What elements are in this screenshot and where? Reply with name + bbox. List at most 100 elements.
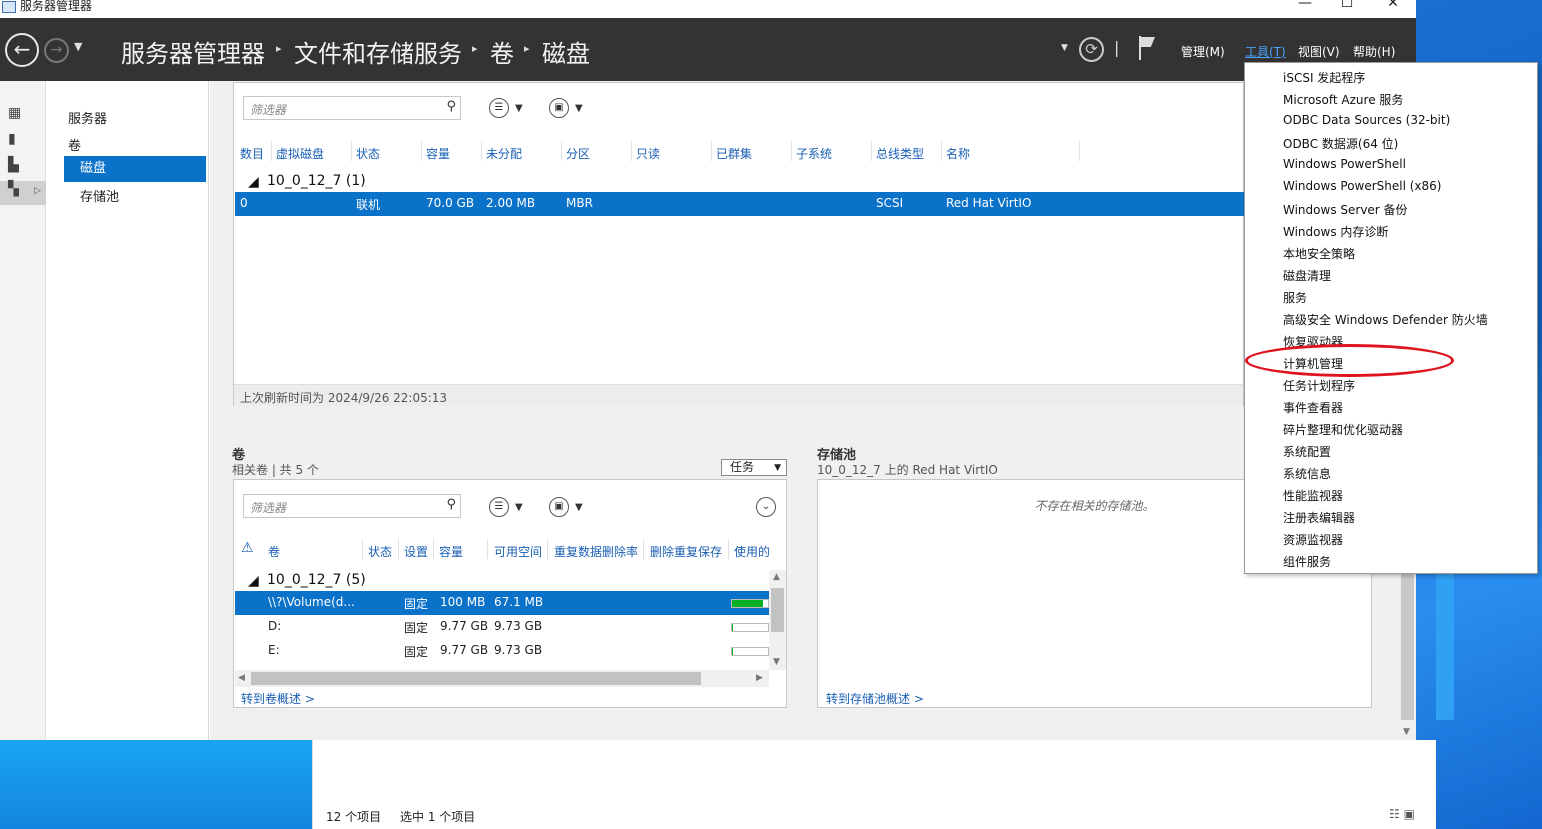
column-partition[interactable]: 分区 <box>566 145 590 162</box>
column-number[interactable]: 数目 <box>240 145 264 162</box>
group-expand-icon[interactable]: ◢ <box>248 573 259 589</box>
scroll-left-icon[interactable]: ◀ <box>238 673 245 683</box>
menu-item-local-security-policy[interactable]: 本地安全策略 <box>1283 245 1355 262</box>
menu-item-iscsi-initiator[interactable]: iSCSI 发起程序 <box>1283 69 1365 86</box>
menu-item-performance-monitor[interactable]: 性能监视器 <box>1283 487 1343 504</box>
menu-item-powershell-x86[interactable]: Windows PowerShell (x86) <box>1283 179 1441 193</box>
menu-manage[interactable]: 管理(M) <box>1181 43 1225 60</box>
menu-tools[interactable]: 工具(T) <box>1245 43 1286 60</box>
breadcrumb-server-manager[interactable]: 服务器管理器 <box>121 34 265 69</box>
menu-item-defender-firewall[interactable]: 高级安全 Windows Defender 防火墙 <box>1283 311 1488 328</box>
vcolumn-setting[interactable]: 设置 <box>404 543 428 560</box>
vcolumn-free-space[interactable]: 可用空间 <box>494 543 542 560</box>
nav-item-volumes[interactable]: 卷 <box>68 135 81 154</box>
menu-item-task-scheduler[interactable]: 任务计划程序 <box>1283 377 1355 394</box>
column-clustered[interactable]: 已群集 <box>716 145 752 162</box>
menu-item-services[interactable]: 服务 <box>1283 289 1307 306</box>
scroll-up-icon[interactable]: ▲ <box>773 572 780 582</box>
list-options-icon[interactable]: ☰ <box>489 98 509 118</box>
vcolumn-dedup-rate[interactable]: 重复数据删除率 <box>554 543 638 560</box>
scroll-down-icon[interactable]: ▼ <box>773 657 780 667</box>
dashboard-icon[interactable]: ▦ <box>0 105 46 129</box>
table-row[interactable]: E: 固定 9.77 GB 9.73 GB <box>235 639 769 663</box>
scroll-right-icon[interactable]: ▶ <box>756 673 763 683</box>
goto-volumes-overview-link[interactable]: 转到卷概述 > <box>241 690 315 707</box>
menu-item-resource-monitor[interactable]: 资源监视器 <box>1283 531 1343 548</box>
menu-help[interactable]: 帮助(H) <box>1353 43 1395 60</box>
notification-flag-icon[interactable] <box>1139 36 1157 60</box>
view-toggle-icon[interactable]: ☷ ▣ <box>1389 807 1415 821</box>
save-query-dropdown-icon[interactable]: ▼ <box>575 502 583 513</box>
history-dropdown-icon[interactable]: ▼ <box>74 40 82 53</box>
warning-sort-icon[interactable]: ⚠ <box>241 540 254 556</box>
table-row[interactable]: \\?\Volume(d... 固定 100 MB 67.1 MB <box>235 591 769 615</box>
menu-item-powershell[interactable]: Windows PowerShell <box>1283 157 1406 171</box>
menu-view[interactable]: 视图(V) <box>1298 43 1340 60</box>
scroll-thumb[interactable] <box>771 588 784 632</box>
breadcrumb-volumes[interactable]: 卷 <box>490 34 514 69</box>
table-row[interactable]: D: 固定 9.77 GB 9.73 GB <box>235 615 769 639</box>
menu-item-server-backup[interactable]: Windows Server 备份 <box>1283 201 1408 218</box>
list-options-dropdown-icon[interactable]: ▼ <box>515 103 523 114</box>
nav-item-disks[interactable]: 磁盘 <box>64 156 206 182</box>
volumes-tasks-button[interactable]: 任务 ▼ <box>721 459 787 476</box>
back-arrow-icon[interactable]: ← <box>5 33 39 67</box>
goto-pools-overview-link[interactable]: 转到存储池概述 > <box>826 690 924 707</box>
menu-item-system-configuration[interactable]: 系统配置 <box>1283 443 1331 460</box>
list-options-dropdown-icon[interactable]: ▼ <box>515 502 523 513</box>
menu-item-azure-services[interactable]: Microsoft Azure 服务 <box>1283 91 1403 108</box>
menu-item-registry-editor[interactable]: 注册表编辑器 <box>1283 509 1355 526</box>
disk-filter-input[interactable]: 筛选器 ⚲ <box>243 96 461 120</box>
menu-item-event-viewer[interactable]: 事件查看器 <box>1283 399 1343 416</box>
local-server-icon[interactable]: ▮ <box>0 131 46 155</box>
vcolumn-capacity[interactable]: 容量 <box>439 543 463 560</box>
menu-item-system-information[interactable]: 系统信息 <box>1283 465 1331 482</box>
save-query-icon[interactable]: ▣ <box>549 497 569 517</box>
volume-group-header[interactable]: 10_0_12_7 (5) <box>267 572 366 588</box>
save-query-icon[interactable]: ▣ <box>549 98 569 118</box>
volume-filter-input[interactable]: 筛选器 ⚲ <box>243 494 461 518</box>
menu-item-memory-diagnostic[interactable]: Windows 内存诊断 <box>1283 223 1388 240</box>
vcolumn-dedup-savings[interactable]: 删除重复保存 <box>650 543 722 560</box>
search-icon[interactable]: ⚲ <box>446 99 456 114</box>
close-button[interactable]: ✕ <box>1370 0 1416 15</box>
table-row[interactable]: 0 联机 70.0 GB 2.00 MB MBR SCSI Red Hat Vi… <box>235 192 1244 216</box>
column-name[interactable]: 名称 <box>946 145 970 162</box>
nav-item-servers[interactable]: 服务器 <box>68 108 107 127</box>
scroll-thumb[interactable] <box>251 672 701 685</box>
column-subsystem[interactable]: 子系统 <box>796 145 832 162</box>
all-servers-icon[interactable]: ▙ <box>0 157 46 181</box>
menu-item-odbc-64[interactable]: ODBC 数据源(64 位) <box>1283 135 1398 152</box>
scroll-down-icon[interactable]: ▼ <box>1403 727 1410 737</box>
scroll-thumb[interactable] <box>1401 572 1414 720</box>
forward-arrow-icon[interactable]: → <box>44 38 69 63</box>
expand-chevron-icon[interactable]: ⌄ <box>756 497 776 517</box>
nav-item-storage-pools[interactable]: 存储池 <box>80 186 119 205</box>
column-virtual-disk[interactable]: 虚拟磁盘 <box>276 145 324 162</box>
menu-item-component-services[interactable]: 组件服务 <box>1283 553 1331 570</box>
maximize-button[interactable]: ☐ <box>1324 0 1370 15</box>
disk-group-header[interactable]: 10_0_12_7 (1) <box>267 173 366 189</box>
dropdown-icon[interactable]: ▼ <box>1061 43 1068 53</box>
breadcrumb-file-storage[interactable]: 文件和存储服务 <box>294 34 462 69</box>
vcolumn-used[interactable]: 使用的 <box>734 543 770 560</box>
column-unallocated[interactable]: 未分配 <box>486 145 522 162</box>
menu-item-disk-cleanup[interactable]: 磁盘清理 <box>1283 267 1331 284</box>
vcolumn-volume[interactable]: 卷 <box>268 543 280 560</box>
menu-item-defragment[interactable]: 碎片整理和优化驱动器 <box>1283 421 1403 438</box>
column-bus-type[interactable]: 总线类型 <box>876 145 924 162</box>
column-status[interactable]: 状态 <box>356 145 380 162</box>
refresh-icon[interactable]: ⟳ <box>1079 37 1104 62</box>
column-capacity[interactable]: 容量 <box>426 145 450 162</box>
search-icon[interactable]: ⚲ <box>446 497 456 512</box>
save-query-dropdown-icon[interactable]: ▼ <box>575 103 583 114</box>
group-expand-icon[interactable]: ◢ <box>248 174 259 190</box>
volumes-vertical-scrollbar[interactable]: ▲ ▼ <box>769 570 786 670</box>
menu-item-odbc-32[interactable]: ODBC Data Sources (32-bit) <box>1283 113 1450 127</box>
vcolumn-status[interactable]: 状态 <box>368 543 392 560</box>
minimize-button[interactable]: — <box>1282 0 1328 15</box>
column-readonly[interactable]: 只读 <box>636 145 660 162</box>
file-storage-services-icon[interactable]: ▚ ▷ <box>0 181 46 205</box>
volumes-horizontal-scrollbar[interactable]: ◀ ▶ <box>235 670 769 687</box>
list-options-icon[interactable]: ☰ <box>489 497 509 517</box>
